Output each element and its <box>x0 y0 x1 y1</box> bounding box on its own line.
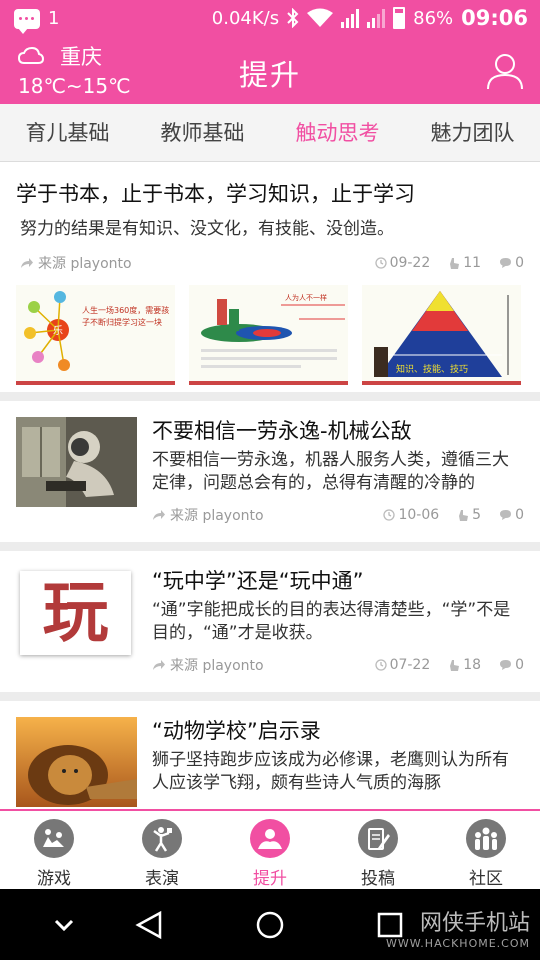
thumbnail-mindmap[interactable]: 乐 人生一场360度，需要孩子不断归提学习这一块 <box>16 285 175 385</box>
system-navigation-bar: 网侠手机站 WWW.HACKHOME.COM <box>0 889 540 960</box>
article-title: 不要相信一劳永逸-机械公敌 <box>152 419 412 443</box>
nav-games[interactable]: 游戏 <box>0 811 108 889</box>
article-meta: 来源 playonto 09-22 11 0 <box>20 253 524 273</box>
signal-g-icon <box>367 8 386 28</box>
edit-document-icon <box>358 819 398 858</box>
children-playing-icon <box>34 819 74 858</box>
article-title: “动物学校”启示录 <box>152 719 321 743</box>
reading-child-icon <box>250 819 290 858</box>
performer-icon <box>142 819 182 858</box>
thumbnail-caption: 人生一场360度，需要孩子不断归提学习这一块 <box>82 306 170 327</box>
article-card[interactable]: 玩 “玩中学”还是“玩中通” “通”字能把成长的目的表达得清楚些，“学”不是目的… <box>0 551 540 692</box>
back-triangle-icon[interactable] <box>132 907 168 943</box>
article-card[interactable]: “动物学校”启示录 狮子坚持跑步应该成为必修课，老鹰则认为所有人应该学飞翔，颇有… <box>0 701 540 809</box>
svg-text:乐: 乐 <box>53 325 63 337</box>
article-comments: 0 <box>515 507 524 523</box>
bottom-navigation: 游戏 表演 提升 投稿 社区 <box>0 809 540 889</box>
wifi-icon <box>307 8 334 27</box>
article-thumbnail-lion <box>16 717 137 807</box>
signal-4g-icon <box>341 8 360 28</box>
share-arrow-icon <box>153 510 165 520</box>
article-thumbnails: 乐 人生一场360度，需要孩子不断归提学习这一块 人为人不一样 知识、技能、技巧 <box>16 285 524 385</box>
site-watermark: 网侠手机站 WWW.HACKHOME.COM <box>386 905 530 950</box>
article-title: “玩中学”还是“玩中通” <box>152 569 364 593</box>
like-hand-icon <box>450 257 460 269</box>
category-tabs: 育儿基础 教师基础 触动思考 魅力团队 <box>0 104 540 162</box>
clock: 09:06 <box>461 6 528 30</box>
nav-label: 社区 <box>469 869 503 889</box>
article-source: 来源 playonto <box>170 508 264 524</box>
article-source: 来源 playonto <box>170 658 264 674</box>
nav-performance[interactable]: 表演 <box>108 811 216 889</box>
message-notification-icon <box>14 8 40 34</box>
article-card[interactable]: 不要相信一劳永逸-机械公敌 不要相信一劳永逸，机器人服务人类，遵循三大定律，问题… <box>0 401 540 542</box>
thumbnail-pyramid[interactable]: 知识、技能、技巧 <box>362 285 521 385</box>
nav-community[interactable]: 社区 <box>432 811 540 889</box>
clock-icon <box>383 509 396 521</box>
article-card[interactable]: 学于书本，止于书本，学习知识，止于学习 努力的结果是有知识、没文化，有技能、没创… <box>0 162 540 392</box>
article-likes: 18 <box>463 657 482 673</box>
bluetooth-icon <box>287 8 299 28</box>
clock-icon <box>374 659 387 671</box>
nav-label: 游戏 <box>37 869 71 889</box>
app-header: 重庆 18℃~15℃ 提升 <box>0 38 540 104</box>
nav-label: 表演 <box>145 869 179 889</box>
nav-label: 投稿 <box>361 869 395 889</box>
page-title: 提升 <box>238 58 301 92</box>
comment-bubble-icon <box>500 258 512 268</box>
tab-charm-team[interactable]: 魅力团队 <box>405 104 540 161</box>
article-source: 来源 playonto <box>38 256 132 272</box>
status-bar: 1 0.04K/s 86% 09:06 <box>0 0 540 38</box>
article-comments: 0 <box>515 657 524 673</box>
comment-bubble-icon <box>500 510 512 520</box>
thumbnail-caption: 知识、技能、技巧 <box>396 365 469 375</box>
hide-keyboard-chevron-icon[interactable] <box>46 907 82 943</box>
share-arrow-icon <box>153 660 165 670</box>
article-date: 09-22 <box>389 255 431 271</box>
article-date: 07-22 <box>389 657 431 673</box>
tab-parenting-basics[interactable]: 育儿基础 <box>0 104 135 161</box>
article-thumbnail-robot <box>16 417 137 507</box>
nav-label: 提升 <box>253 869 287 889</box>
watermark-url: WWW.HACKHOME.COM <box>385 937 530 950</box>
article-summary: “通”字能把成长的目的表达得清楚些，“学”不是目的，“通”才是收获。 <box>152 600 511 643</box>
community-people-icon <box>466 819 506 858</box>
thumbnail-caption: 人为人不一样 <box>285 294 327 302</box>
like-hand-icon <box>459 509 469 521</box>
home-circle-icon[interactable] <box>252 907 288 943</box>
article-likes: 11 <box>463 255 482 271</box>
comment-bubble-icon <box>500 660 512 670</box>
nav-submit[interactable]: 投稿 <box>324 811 432 889</box>
tab-teacher-basics[interactable]: 教师基础 <box>135 104 270 161</box>
network-speed: 0.04K/s <box>211 7 280 29</box>
article-likes: 5 <box>472 507 482 523</box>
article-thumbnail-play-character: 玩 <box>20 571 131 655</box>
thumbnail-character: 玩 <box>42 574 109 651</box>
article-meta: 来源 playonto 10-06 5 0 <box>152 505 524 525</box>
app-screen: 1 0.04K/s 86% 09:06 重庆 18℃~15℃ 提升 育儿基础 教… <box>0 0 540 960</box>
nav-improve[interactable]: 提升 <box>216 811 324 889</box>
watermark-name: 网侠手机站 <box>419 911 530 936</box>
battery-percent: 86% <box>413 7 454 29</box>
share-arrow-icon <box>21 258 33 268</box>
article-summary: 狮子坚持跑步应该成为必修课，老鹰则认为所有人应该学飞翔，颇有些诗人气质的海豚 <box>152 750 509 793</box>
tab-touching-thoughts[interactable]: 触动思考 <box>270 104 405 161</box>
battery-icon <box>393 7 406 29</box>
article-summary: 不要相信一劳永逸，机器人服务人类，遵循三大定律，问题总会有的，总得有清醒的冷静的 <box>152 450 509 493</box>
thumbnail-kids[interactable]: 人为人不一样 <box>189 285 348 385</box>
article-comments: 0 <box>515 255 524 271</box>
article-feed[interactable]: 学于书本，止于书本，学习知识，止于学习 努力的结果是有知识、没文化，有技能、没创… <box>0 162 540 809</box>
article-title: 学于书本，止于书本，学习知识，止于学习 <box>16 182 415 206</box>
article-date: 10-06 <box>398 507 440 523</box>
notification-count: 1 <box>48 8 60 29</box>
article-summary: 努力的结果是有知识、没文化，有技能、没创造。 <box>20 219 394 239</box>
user-profile-icon[interactable] <box>486 52 524 90</box>
clock-icon <box>374 257 387 269</box>
like-hand-icon <box>450 659 460 671</box>
article-meta: 来源 playonto 07-22 18 0 <box>152 655 524 675</box>
